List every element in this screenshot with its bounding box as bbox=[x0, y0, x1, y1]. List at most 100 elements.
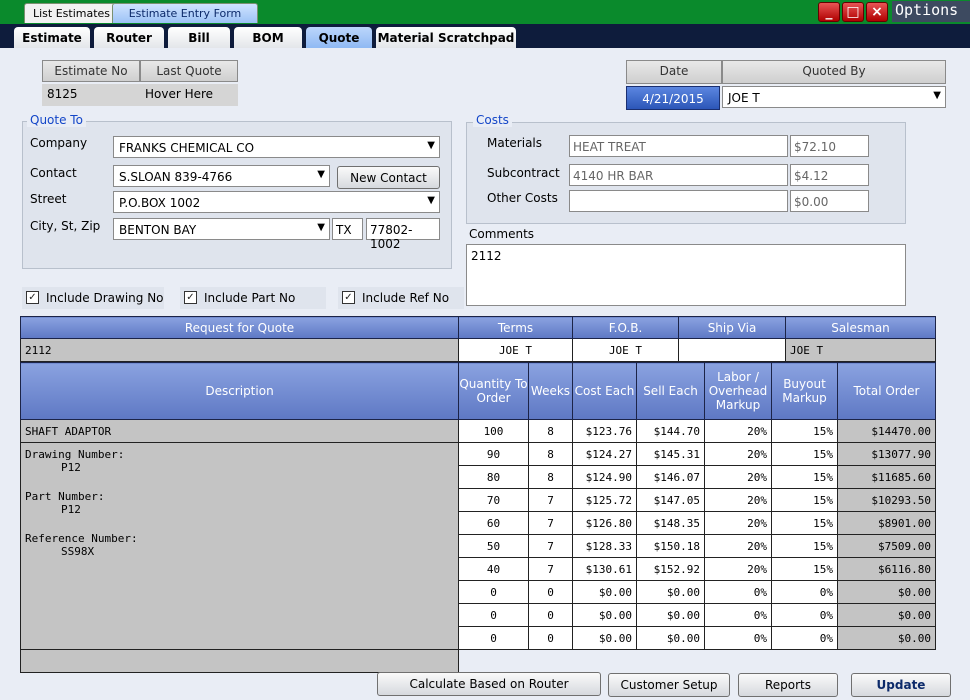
rfq-value[interactable]: 2112 bbox=[20, 338, 459, 362]
reports-button[interactable]: Reports bbox=[738, 673, 838, 697]
buyout-markup-cell[interactable]: 0% bbox=[771, 603, 838, 627]
ship-via-value[interactable] bbox=[678, 338, 786, 362]
weeks-cell[interactable]: 0 bbox=[528, 626, 573, 650]
salesman-value[interactable]: JOE T bbox=[785, 338, 936, 362]
other-costs-desc-field[interactable] bbox=[569, 190, 788, 212]
sell-each-cell[interactable]: $145.31 bbox=[636, 442, 705, 466]
cost-each-cell[interactable]: $124.90 bbox=[572, 465, 637, 489]
options-button[interactable]: Options bbox=[892, 1, 970, 22]
sell-each-cell[interactable]: $146.07 bbox=[636, 465, 705, 489]
tab-list-estimates[interactable]: List Estimates bbox=[24, 3, 120, 23]
cost-each-cell[interactable]: $0.00 bbox=[572, 626, 637, 650]
sell-each-cell[interactable]: $152.92 bbox=[636, 557, 705, 581]
weeks-cell[interactable]: 8 bbox=[528, 419, 573, 443]
weeks-cell[interactable]: 0 bbox=[528, 580, 573, 604]
cost-each-cell[interactable]: $130.61 bbox=[572, 557, 637, 581]
buyout-markup-cell[interactable]: 15% bbox=[771, 488, 838, 512]
tab-router[interactable]: Router bbox=[94, 27, 164, 48]
sell-each-cell[interactable]: $0.00 bbox=[636, 603, 705, 627]
cost-each-cell[interactable]: $125.72 bbox=[572, 488, 637, 512]
description-title[interactable]: SHAFT ADAPTOR bbox=[20, 419, 459, 443]
qty-cell[interactable]: 80 bbox=[458, 465, 529, 489]
labor-markup-cell[interactable]: 20% bbox=[704, 419, 772, 443]
cost-each-cell[interactable]: $0.00 bbox=[572, 603, 637, 627]
weeks-cell[interactable]: 7 bbox=[528, 511, 573, 535]
qty-cell[interactable]: 40 bbox=[458, 557, 529, 581]
materials-desc-field[interactable]: HEAT TREAT bbox=[569, 135, 788, 157]
weeks-cell[interactable]: 7 bbox=[528, 557, 573, 581]
comments-textarea[interactable]: 2112 bbox=[466, 244, 906, 306]
labor-markup-cell[interactable]: 20% bbox=[704, 511, 772, 535]
fob-value[interactable]: JOE T bbox=[572, 338, 679, 362]
sell-each-cell[interactable]: $147.05 bbox=[636, 488, 705, 512]
cost-each-cell[interactable]: $123.76 bbox=[572, 419, 637, 443]
weeks-cell[interactable]: 0 bbox=[528, 603, 573, 627]
weeks-cell[interactable]: 7 bbox=[528, 488, 573, 512]
weeks-cell[interactable]: 8 bbox=[528, 442, 573, 466]
last-quote-value[interactable]: Hover Here bbox=[140, 84, 238, 106]
other-costs-amount-field[interactable]: $0.00 bbox=[790, 190, 869, 212]
qty-cell[interactable]: 0 bbox=[458, 580, 529, 604]
labor-markup-cell[interactable]: 20% bbox=[704, 557, 772, 581]
cost-each-cell[interactable]: $124.27 bbox=[572, 442, 637, 466]
sell-each-cell[interactable]: $150.18 bbox=[636, 534, 705, 558]
buyout-markup-cell[interactable]: 0% bbox=[771, 580, 838, 604]
cost-each-cell[interactable]: $126.80 bbox=[572, 511, 637, 535]
buyout-markup-cell[interactable]: 15% bbox=[771, 419, 838, 443]
subcontract-desc-field[interactable]: 4140 HR BAR bbox=[569, 164, 788, 186]
labor-markup-cell[interactable]: 0% bbox=[704, 626, 772, 650]
qty-cell[interactable]: 0 bbox=[458, 603, 529, 627]
date-picker[interactable]: 4/21/2015 bbox=[626, 86, 720, 110]
cost-each-cell[interactable]: $0.00 bbox=[572, 580, 637, 604]
include-drawing-no-checkbox[interactable]: ✓ Include Drawing No bbox=[22, 287, 164, 309]
buyout-markup-cell[interactable]: 15% bbox=[771, 442, 838, 466]
tab-material-scratchpad[interactable]: Material Scratchpad bbox=[376, 27, 516, 48]
labor-markup-cell[interactable]: 0% bbox=[704, 603, 772, 627]
tab-estimate[interactable]: Estimate bbox=[14, 27, 90, 48]
customer-setup-button[interactable]: Customer Setup bbox=[608, 673, 730, 697]
zip-field[interactable]: 77802-1002 bbox=[366, 218, 440, 251]
terms-value[interactable]: JOE T bbox=[458, 338, 573, 362]
new-contact-button[interactable]: New Contact bbox=[337, 166, 440, 189]
sell-each-cell[interactable]: $0.00 bbox=[636, 626, 705, 650]
tab-estimate-entry-form[interactable]: Estimate Entry Form bbox=[112, 3, 258, 23]
quoted-by-select[interactable]: JOE T ▼ bbox=[722, 86, 946, 108]
cost-each-cell[interactable]: $128.33 bbox=[572, 534, 637, 558]
tab-bom[interactable]: BOM bbox=[234, 27, 302, 48]
labor-markup-cell[interactable]: 20% bbox=[704, 534, 772, 558]
tab-bill[interactable]: Bill bbox=[168, 27, 230, 48]
tab-quote[interactable]: Quote bbox=[306, 27, 372, 48]
close-icon[interactable]: × bbox=[866, 2, 888, 22]
contact-select[interactable]: S.SLOAN 839-4766 ▼ bbox=[113, 165, 330, 187]
street-select[interactable]: P.O.BOX 1002 ▼ bbox=[113, 191, 440, 213]
maximize-icon[interactable]: □ bbox=[842, 2, 864, 22]
buyout-markup-cell[interactable]: 15% bbox=[771, 557, 838, 581]
qty-cell[interactable]: 50 bbox=[458, 534, 529, 558]
update-button[interactable]: Update bbox=[851, 673, 951, 697]
include-ref-no-checkbox[interactable]: ✓ Include Ref No bbox=[338, 287, 464, 309]
buyout-markup-cell[interactable]: 0% bbox=[771, 626, 838, 650]
sell-each-cell[interactable]: $148.35 bbox=[636, 511, 705, 535]
sell-each-cell[interactable]: $144.70 bbox=[636, 419, 705, 443]
city-select[interactable]: BENTON BAY ▼ bbox=[113, 218, 330, 240]
buyout-markup-cell[interactable]: 15% bbox=[771, 534, 838, 558]
sell-each-cell[interactable]: $0.00 bbox=[636, 580, 705, 604]
labor-markup-cell[interactable]: 20% bbox=[704, 442, 772, 466]
subcontract-amount-field[interactable]: $4.12 bbox=[790, 164, 869, 186]
buyout-markup-cell[interactable]: 15% bbox=[771, 465, 838, 489]
description-details[interactable]: Drawing Number: P12 Part Number: P12 Ref… bbox=[20, 442, 459, 650]
company-select[interactable]: FRANKS CHEMICAL CO ▼ bbox=[113, 136, 440, 158]
state-field[interactable]: TX bbox=[332, 218, 363, 240]
qty-cell[interactable]: 0 bbox=[458, 626, 529, 650]
qty-cell[interactable]: 90 bbox=[458, 442, 529, 466]
qty-cell[interactable]: 60 bbox=[458, 511, 529, 535]
weeks-cell[interactable]: 8 bbox=[528, 465, 573, 489]
qty-cell[interactable]: 100 bbox=[458, 419, 529, 443]
buyout-markup-cell[interactable]: 15% bbox=[771, 511, 838, 535]
minimize-icon[interactable]: _ bbox=[818, 2, 840, 22]
include-part-no-checkbox[interactable]: ✓ Include Part No bbox=[180, 287, 326, 309]
weeks-cell[interactable]: 7 bbox=[528, 534, 573, 558]
labor-markup-cell[interactable]: 20% bbox=[704, 465, 772, 489]
labor-markup-cell[interactable]: 0% bbox=[704, 580, 772, 604]
calculate-based-on-router-button[interactable]: Calculate Based on Router bbox=[377, 672, 601, 696]
